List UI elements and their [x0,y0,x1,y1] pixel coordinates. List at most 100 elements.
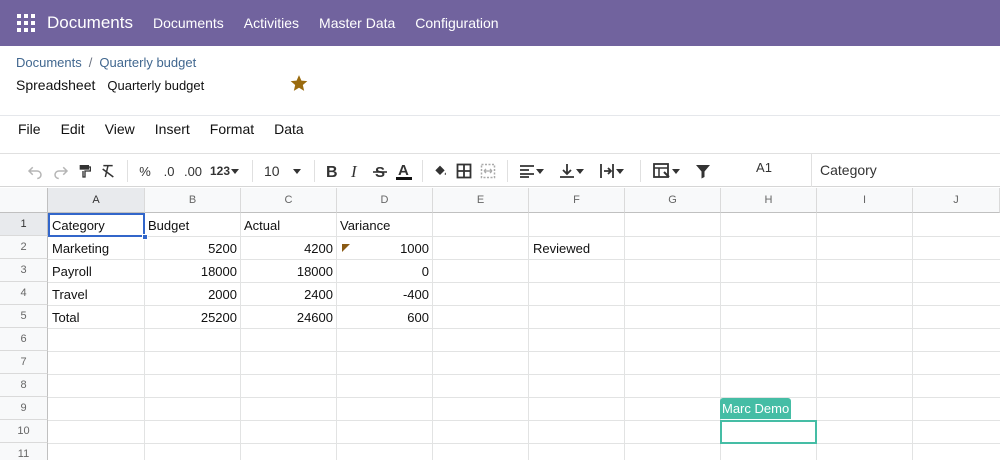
svg-text:A: A [398,162,409,179]
cell-c5[interactable]: 24600 [241,306,333,329]
column-header-f[interactable]: F [529,188,625,213]
top-navbar: Documents Documents Activities Master Da… [0,0,1000,46]
nav-item-activities[interactable]: Activities [244,15,299,31]
horizontal-align-icon [520,165,534,178]
row-header-6[interactable]: 6 [0,328,48,351]
document-name-input[interactable]: Quarterly budget [107,78,204,93]
borders-icon[interactable] [453,154,475,188]
text-color-icon[interactable]: A [393,154,415,188]
menu-format[interactable]: Format [200,121,264,139]
strikethrough-icon[interactable]: S [369,154,391,188]
divider [0,115,1000,116]
app-menu-icon[interactable] [17,14,35,32]
percent-format-button[interactable]: % [134,154,156,188]
svg-text:B: B [326,164,338,179]
menu-edit[interactable]: Edit [51,121,95,139]
bold-icon[interactable]: B [321,154,343,188]
cell-d4[interactable]: -400 [337,283,429,306]
merge-cells-icon[interactable] [477,154,499,188]
spreadsheet-grid[interactable]: A B C D E F G H I J 1 2 3 4 5 6 7 8 9 10… [0,188,1000,460]
row-header-2[interactable]: 2 [0,236,48,259]
column-header-i[interactable]: I [817,188,913,213]
cell-b3[interactable]: 18000 [145,260,237,283]
row-header-4[interactable]: 4 [0,282,48,305]
fill-color-icon[interactable] [429,154,451,188]
column-header-g[interactable]: G [625,188,721,213]
cell-d2[interactable]: 1000 [337,237,429,260]
redo-icon[interactable] [50,154,72,188]
cell-b5[interactable]: 25200 [145,306,237,329]
nav-item-documents[interactable]: Documents [153,15,224,31]
cell-d3[interactable]: 0 [337,260,429,283]
svg-text:I: I [350,163,358,179]
collaborator-name-tag: Marc Demo [720,398,792,419]
cell-f2[interactable]: Reviewed [533,237,590,260]
cell-reference[interactable]: A1 [720,154,808,187]
horizontal-align-dropdown[interactable] [514,154,550,188]
app-name[interactable]: Documents [47,13,133,33]
conditional-format-dropdown[interactable] [648,154,686,188]
column-header-d[interactable]: D [337,188,433,213]
menu-file[interactable]: File [8,121,51,139]
vertical-align-icon [560,164,574,178]
cell-b1[interactable]: Budget [148,214,189,237]
breadcrumb-parent[interactable]: Documents [16,55,82,70]
nav-item-configuration[interactable]: Configuration [415,15,498,31]
cell-b2[interactable]: 5200 [145,237,237,260]
nav-item-master-data[interactable]: Master Data [319,15,395,31]
paint-format-icon[interactable] [74,154,96,188]
font-size-dropdown[interactable]: 10 [260,154,306,188]
row-header-7[interactable]: 7 [0,351,48,374]
column-header-c[interactable]: C [241,188,337,213]
column-header-e[interactable]: E [433,188,529,213]
chevron-down-icon [672,169,680,174]
filter-icon[interactable] [692,154,714,188]
cell-b4[interactable]: 2000 [145,283,237,306]
spreadsheet-menubar: File Edit View Insert Format Data [8,121,314,139]
more-formats-dropdown[interactable]: 123 [205,154,245,188]
undo-icon[interactable] [24,154,46,188]
row-header-10[interactable]: 10 [0,420,48,443]
row-header-1[interactable]: 1 [0,213,48,236]
column-header-a[interactable]: A [48,188,145,213]
cell-d1[interactable]: Variance [340,214,390,237]
column-header-j[interactable]: J [913,188,1000,213]
chevron-down-icon [536,169,544,174]
formula-bar-input[interactable]: Category [820,154,877,187]
vertical-align-dropdown[interactable] [554,154,590,188]
cell-a2[interactable]: Marketing [52,237,109,260]
comment-indicator-icon[interactable] [342,244,350,252]
column-header-h[interactable]: H [721,188,817,213]
cell-c1[interactable]: Actual [244,214,280,237]
row-header-11[interactable]: 11 [0,443,48,460]
column-header-b[interactable]: B [145,188,241,213]
grid-corner[interactable] [0,188,48,213]
chevron-down-icon [616,169,624,174]
cell-a5[interactable]: Total [52,306,79,329]
menu-data[interactable]: Data [264,121,314,139]
row-header-9[interactable]: 9 [0,397,48,420]
cell-c3[interactable]: 18000 [241,260,333,283]
row-header-8[interactable]: 8 [0,374,48,397]
decrease-decimal-button[interactable]: .0 [158,154,180,188]
cell-c2[interactable]: 4200 [241,237,333,260]
breadcrumb: Documents / Quarterly budget [16,55,196,70]
menu-insert[interactable]: Insert [145,121,200,139]
wrapping-icon [600,164,614,178]
italic-icon[interactable]: I [345,154,365,188]
cell-c4[interactable]: 2400 [241,283,333,306]
cell-a4[interactable]: Travel [52,283,88,306]
breadcrumb-separator: / [88,55,93,70]
menu-view[interactable]: View [95,121,145,139]
increase-decimal-button[interactable]: .00 [181,154,205,188]
cell-a3[interactable]: Payroll [52,260,92,283]
chevron-down-icon [576,169,584,174]
font-size-value: 10 [264,163,280,179]
clear-format-icon[interactable] [97,154,119,188]
row-header-5[interactable]: 5 [0,305,48,328]
favorite-star-icon[interactable] [289,73,309,93]
row-header-3[interactable]: 3 [0,259,48,282]
wrapping-dropdown[interactable] [594,154,630,188]
autofill-handle[interactable] [142,234,148,240]
cell-d5[interactable]: 600 [337,306,429,329]
